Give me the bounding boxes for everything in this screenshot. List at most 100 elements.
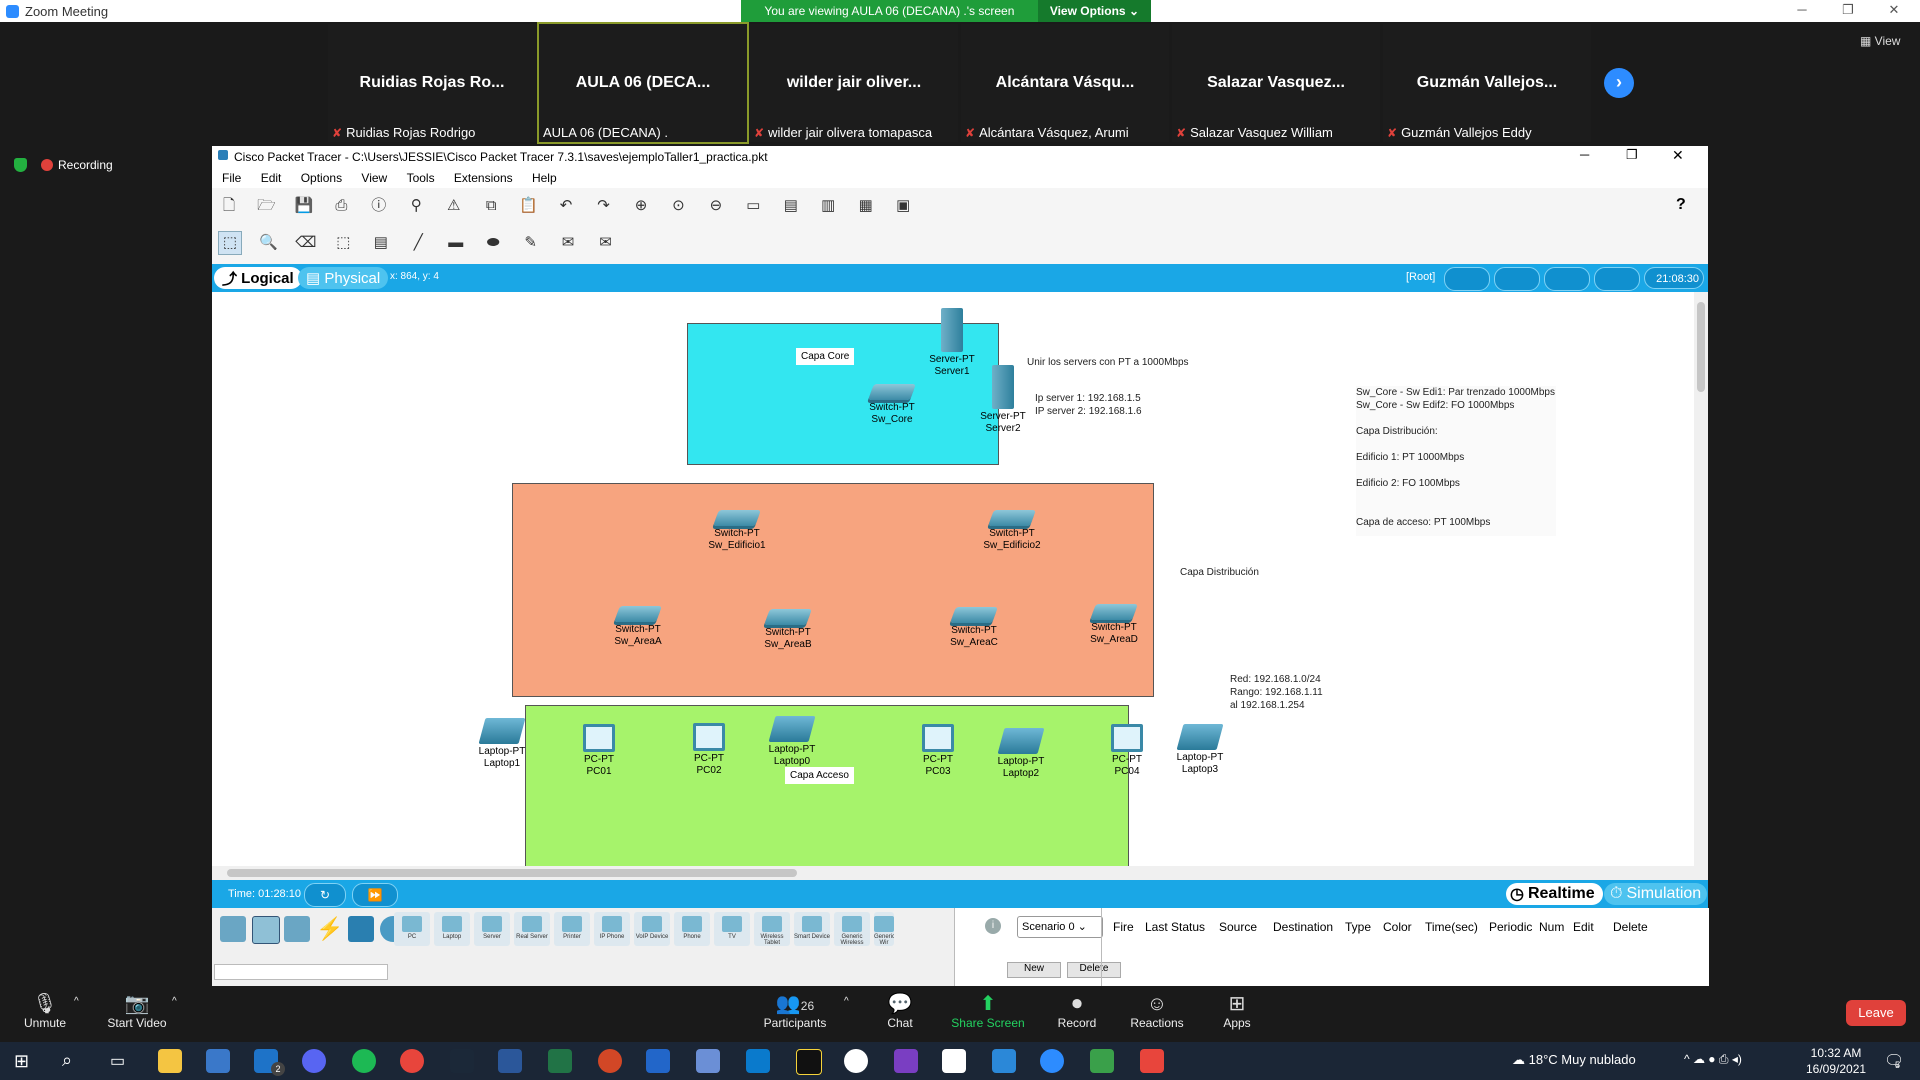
notes-icon[interactable]: ▥: [817, 195, 839, 217]
open-folder-icon[interactable]: 🗁: [255, 195, 277, 217]
app-icon[interactable]: [844, 1049, 868, 1073]
device-laptop3[interactable]: Laptop-PT Laptop3: [1160, 724, 1240, 776]
menu-options[interactable]: Options: [301, 168, 342, 185]
participant-tile-active-speaker[interactable]: AULA 06 (DECA... AULA 06 (DECANA) .: [537, 22, 749, 144]
network-devices-category-icon[interactable]: [220, 916, 246, 942]
device-sw-core[interactable]: Switch-PT Sw_Core: [852, 384, 932, 426]
windows-start-icon[interactable]: ⊞: [14, 1051, 29, 1072]
delete-tool-icon[interactable]: ⌫: [295, 232, 317, 254]
note-red[interactable]: Red: 192.168.1.0/24: [1230, 673, 1321, 686]
power-cycle-icon[interactable]: ↻: [304, 883, 346, 907]
close-icon[interactable]: ✕: [1876, 2, 1912, 20]
legend-note[interactable]: Sw_Core - Sw Edi1: Par trenzado 1000Mbps…: [1356, 386, 1556, 536]
activity-wizard-icon[interactable]: ⚠: [443, 195, 465, 217]
copy-icon[interactable]: ⧉: [480, 195, 502, 217]
redo-icon[interactable]: ↷: [593, 195, 615, 217]
tab-physical[interactable]: ▤ Physical: [298, 267, 389, 289]
menu-help[interactable]: Help: [532, 168, 557, 185]
device-pc01[interactable]: PC-PT PC01: [559, 724, 639, 778]
device-sw-aread[interactable]: Switch-PT Sw_AreaD: [1074, 604, 1154, 646]
horizontal-scrollbar[interactable]: [212, 866, 1694, 880]
pdf-reader-icon[interactable]: [1140, 1049, 1164, 1073]
note-rango-end[interactable]: al 192.168.1.254: [1230, 699, 1305, 712]
menu-file[interactable]: File: [222, 168, 241, 185]
discord-icon[interactable]: [302, 1049, 326, 1073]
misc-category-icon[interactable]: [348, 916, 374, 942]
custom-devices-icon[interactable]: ▤: [780, 195, 802, 217]
device-search-input[interactable]: [214, 964, 388, 980]
todo-icon[interactable]: [992, 1049, 1016, 1073]
packet-tracer-taskbar-icon[interactable]: [1090, 1049, 1114, 1073]
select-tool-icon[interactable]: ⬚: [218, 231, 242, 255]
viewport-button[interactable]: [1544, 267, 1590, 291]
device-cat-real-server[interactable]: Real Server: [514, 912, 550, 946]
background-icon[interactable]: [1594, 267, 1640, 291]
weather-widget[interactable]: ☁ 18°C Muy nublado: [1512, 1052, 1636, 1068]
device-sw-areaa[interactable]: Switch-PT Sw_AreaA: [598, 606, 678, 648]
connections-category-icon[interactable]: ⚡: [316, 916, 343, 942]
visual-studio-icon[interactable]: [894, 1049, 918, 1073]
view-button[interactable]: ▦ View: [1860, 34, 1900, 48]
vscode-icon[interactable]: [746, 1049, 770, 1073]
device-cat-smart[interactable]: Smart Device: [794, 912, 830, 946]
print-icon[interactable]: ⎙: [330, 195, 352, 217]
device-laptop0[interactable]: Laptop-PT Laptop0: [752, 716, 832, 768]
device-cat-laptop[interactable]: Laptop: [434, 912, 470, 946]
back-icon[interactable]: [1444, 267, 1490, 291]
device-cat-tablet[interactable]: Wireless Tablet: [754, 912, 790, 946]
menu-tools[interactable]: Tools: [407, 168, 435, 185]
inspect-tool-icon[interactable]: 🔍: [257, 232, 279, 254]
device-cat-tv[interactable]: TV: [714, 912, 750, 946]
chat-button[interactable]: 💬 Chat: [855, 992, 945, 1030]
record-button[interactable]: ⏺ Record: [1032, 992, 1122, 1030]
device-cat-ip-phone[interactable]: IP Phone: [594, 912, 630, 946]
device-cat-printer[interactable]: Printer: [554, 912, 590, 946]
spotify-icon[interactable]: [352, 1049, 376, 1073]
network-wizard-icon[interactable]: ⚲: [405, 195, 427, 217]
fast-forward-icon[interactable]: ⏩: [352, 883, 398, 907]
search-icon[interactable]: ⌕: [62, 1050, 72, 1071]
participant-tile[interactable]: Alcántara Vásqu... ✘ Alcántara Vásquez, A…: [961, 24, 1169, 142]
device-sw-areac[interactable]: Switch-PT Sw_AreaC: [934, 607, 1014, 649]
resize-tool-icon[interactable]: ⬚: [332, 232, 354, 254]
vertical-scrollbar[interactable]: [1694, 292, 1708, 866]
scrollbar-thumb[interactable]: [227, 869, 797, 877]
tab-realtime[interactable]: ◷ Realtime: [1506, 883, 1603, 905]
tab-logical[interactable]: ⤴ Logical: [214, 267, 302, 289]
zoom-out-icon[interactable]: ⊖: [705, 195, 727, 217]
pt-minimize-icon[interactable]: ─: [1580, 147, 1589, 162]
info-icon[interactable]: ⓘ: [368, 195, 390, 217]
share-screen-button[interactable]: ⬆ Share Screen: [943, 992, 1033, 1030]
tab-simulation[interactable]: ⏱ Simulation: [1604, 883, 1708, 905]
draw-rectangle-icon[interactable]: ▬: [445, 232, 467, 254]
device-sw-edificio1[interactable]: Switch-PT Sw_Edificio1: [697, 510, 777, 552]
capa-core-label[interactable]: Capa Core: [796, 348, 855, 365]
new-file-icon[interactable]: 🗋: [218, 195, 240, 217]
reactions-button[interactable]: ☺ Reactions: [1112, 992, 1202, 1030]
cluster-icon[interactable]: ▦: [855, 195, 877, 217]
skype-icon[interactable]: [646, 1049, 670, 1073]
device-cat-generic-wireless[interactable]: Generic Wireless: [834, 912, 870, 946]
store-icon[interactable]: [206, 1049, 230, 1073]
powerpoint-icon[interactable]: [598, 1049, 622, 1073]
help-icon[interactable]: ?: [1676, 196, 1686, 214]
minimize-icon[interactable]: ─: [1784, 2, 1820, 20]
menu-view[interactable]: View: [361, 168, 387, 185]
device-pc04[interactable]: PC-PT PC04: [1087, 724, 1167, 778]
simple-pdu-icon[interactable]: ✉: [557, 232, 579, 254]
device-sw-edificio2[interactable]: Switch-PT Sw_Edificio2: [972, 510, 1052, 552]
audio-options-chevron-icon[interactable]: ^: [74, 996, 79, 1007]
view-options-button[interactable]: View Options ⌄: [1037, 0, 1151, 22]
note-rango[interactable]: Rango: 192.168.1.11: [1230, 686, 1323, 699]
components-category-icon[interactable]: [284, 916, 310, 942]
excel-icon[interactable]: [548, 1049, 572, 1073]
note-servers[interactable]: Unir los servers con PT a 1000Mbps: [1027, 356, 1189, 369]
save-icon[interactable]: 💾: [293, 195, 315, 217]
participant-tile[interactable]: Guzmán Vallejos... ✘ Guzmán Vallejos Eddy: [1383, 24, 1591, 142]
word-icon[interactable]: [498, 1049, 522, 1073]
menu-edit[interactable]: Edit: [261, 168, 282, 185]
task-view-icon[interactable]: ▭: [110, 1051, 125, 1071]
info-icon[interactable]: i: [985, 918, 1001, 934]
device-laptop1[interactable]: Laptop-PT Laptop1: [462, 718, 542, 770]
typora-icon[interactable]: [942, 1049, 966, 1073]
